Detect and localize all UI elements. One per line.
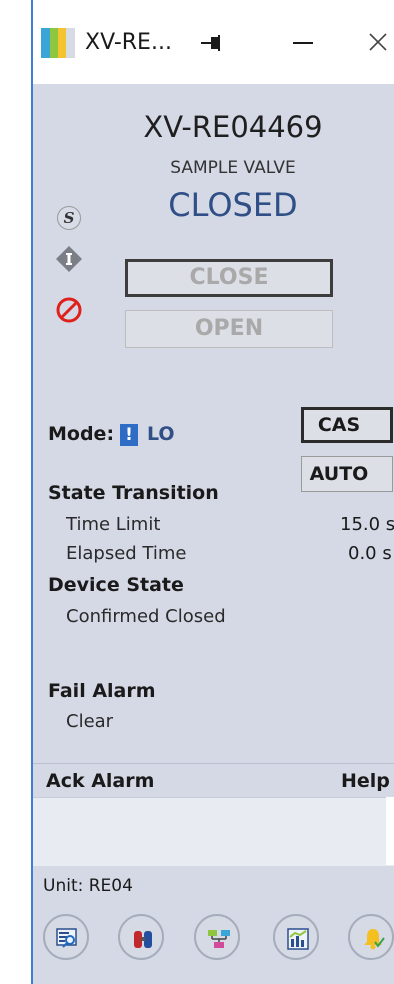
tag-description: SAMPLE VALVE <box>170 158 296 178</box>
unit-label: Unit: RE04 <box>43 876 133 896</box>
simulate-icon: S <box>57 206 81 230</box>
valve-button[interactable] <box>118 914 164 960</box>
mode-alert-flag: ! <box>120 424 138 446</box>
alarm-bell-icon <box>364 929 385 950</box>
close-icon <box>369 33 387 51</box>
device-state-value: Confirmed Closed <box>66 606 226 627</box>
state-transition-heading: State Transition <box>48 482 219 504</box>
alarm-panel: Ack Alarm Help <box>33 763 394 866</box>
fail-alarm-heading: Fail Alarm <box>48 680 156 702</box>
network-button[interactable] <box>194 914 240 960</box>
minimize-button[interactable] <box>283 26 323 60</box>
valve-state: CLOSED <box>168 186 298 224</box>
open-command-button[interactable]: OPEN <box>125 310 333 348</box>
device-state-heading: Device State <box>48 574 184 596</box>
auto-mode-button[interactable]: AUTO <box>301 456 393 492</box>
alarm-list-scrollbar[interactable] <box>386 797 394 865</box>
time-limit-value: 15.0 s <box>340 514 394 535</box>
valve-icon <box>134 931 152 948</box>
detail-button[interactable] <box>43 914 89 960</box>
mode-value: LO <box>147 423 175 445</box>
elapsed-time-value: 0.0 s <box>348 543 392 564</box>
faceplate-window: XV-RE... XV-RE04469 SAMPLE VALVE CLOSED … <box>31 0 394 984</box>
interlock-icon <box>56 246 82 272</box>
tag-name: XV-RE04469 <box>143 110 323 144</box>
fail-alarm-value: Clear <box>66 711 114 732</box>
detail-icon <box>56 928 77 948</box>
network-icon <box>208 930 230 948</box>
ack-alarm-button[interactable]: Ack Alarm <box>46 770 154 792</box>
pin-icon[interactable] <box>199 34 229 52</box>
help-button[interactable]: Help <box>341 770 390 792</box>
alarm-list[interactable] <box>33 797 394 866</box>
disabled-icon <box>56 297 82 323</box>
unit-value: RE04 <box>88 876 133 896</box>
elapsed-time-label: Elapsed Time <box>66 543 187 564</box>
alarm-bell-button[interactable] <box>348 914 394 960</box>
mode-label: Mode: <box>48 423 115 445</box>
time-limit-label: Time Limit <box>66 514 161 535</box>
title-bar[interactable]: XV-RE... <box>33 0 394 84</box>
close-button[interactable] <box>360 26 394 60</box>
trend-icon <box>287 928 309 950</box>
trend-button[interactable] <box>273 914 319 960</box>
close-command-button[interactable]: CLOSE <box>125 259 333 297</box>
alarm-panel-header: Ack Alarm Help <box>33 763 394 798</box>
app-icon <box>41 28 75 58</box>
cas-mode-button[interactable]: CAS <box>301 407 393 443</box>
unit-label-text: Unit: <box>43 876 84 896</box>
window-title: XV-RE... <box>85 30 172 55</box>
